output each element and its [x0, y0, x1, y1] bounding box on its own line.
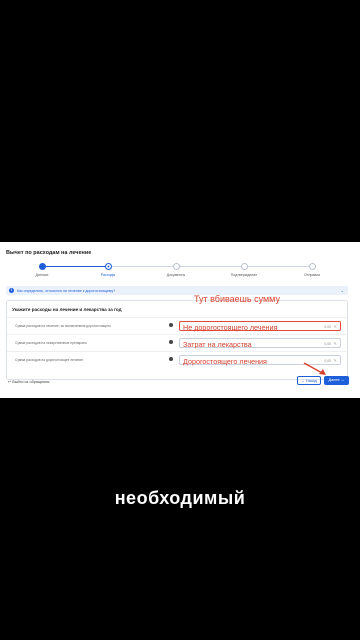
row-label: Сумма расходов на дорогостоящее лечение [15, 358, 84, 362]
step-dot [240, 263, 248, 270]
app-screen: Вычет по расходам на лечение Данные Расх… [0, 242, 360, 398]
step-confirmation[interactable]: Подтверждение [224, 263, 264, 277]
step-dot [38, 263, 46, 270]
back-label: Назад [305, 379, 317, 383]
amount-value: 0,00 [324, 341, 331, 346]
step-expenses[interactable]: Расходы [88, 263, 128, 277]
page-title: Вычет по расходам на лечение [6, 250, 92, 256]
exit-label: Выйти из обращения [12, 380, 50, 384]
next-button[interactable]: Далее → [324, 376, 349, 385]
chevron-down-icon: ⌄ [340, 287, 344, 293]
expense-row: Сумма расходов на дорогостоящее лечение … [7, 351, 347, 367]
treatment-amount-input[interactable]: Не дорогостоящего лечения 0,00 ✎ [179, 321, 341, 332]
row-label: Сумма расходов на лекарственные препарат… [15, 341, 87, 345]
annotation-label: Затрат на лекарства [183, 339, 252, 349]
card-title: Укажите расходы на лечение и лекарства з… [12, 307, 122, 312]
medicine-amount-input[interactable]: Затрат на лекарства 0,00 ✎ [179, 338, 341, 349]
amount-value: 0,00 [324, 324, 331, 329]
step-documents[interactable]: Документы [156, 263, 196, 277]
bullet-marker [169, 340, 173, 344]
back-button[interactable]: ← Назад [297, 376, 321, 385]
step-label: Подтверждение [230, 273, 258, 277]
exit-link[interactable]: ↩ Выйти из обращения [8, 379, 49, 384]
hint-annotation: Тут вбиваешь сумму [194, 294, 280, 304]
step-sending[interactable]: Отправка [292, 263, 332, 277]
step-label: Документы [166, 273, 186, 277]
info-text: Как определить, относится ли лечение к д… [17, 288, 116, 293]
row-label: Сумма расходов на лечение, за исключение… [15, 324, 111, 328]
next-label: Далее [328, 378, 340, 382]
bullet-marker [169, 323, 173, 327]
step-label: Расходы [100, 273, 116, 277]
annotation-label: Не дорогостоящего лечения [183, 322, 278, 332]
info-expander[interactable]: i Как определить, относится ли лечение к… [6, 286, 348, 295]
edit-icon[interactable]: ✎ [333, 324, 337, 329]
edit-icon[interactable]: ✎ [333, 358, 337, 363]
info-icon: i [9, 288, 14, 293]
step-dot [308, 263, 316, 270]
expense-row: Сумма расходов на лечение, за исключение… [7, 317, 347, 333]
step-dot [172, 263, 180, 270]
video-caption: необходимый [114, 488, 246, 508]
step-label: Отправка [304, 273, 320, 277]
edit-icon[interactable]: ✎ [333, 341, 337, 346]
stepper: Данные Расходы Документы Подтверждение О… [34, 263, 324, 283]
bullet-marker [169, 357, 173, 361]
step-dot [104, 263, 112, 270]
annotation-label: Дорогостоящего лечения [183, 356, 267, 366]
expenses-card: Укажите расходы на лечение и лекарства з… [6, 300, 348, 380]
expense-row: Сумма расходов на лекарственные препарат… [7, 334, 347, 350]
step-label: Данные [35, 273, 49, 277]
step-data[interactable]: Данные [22, 263, 62, 277]
